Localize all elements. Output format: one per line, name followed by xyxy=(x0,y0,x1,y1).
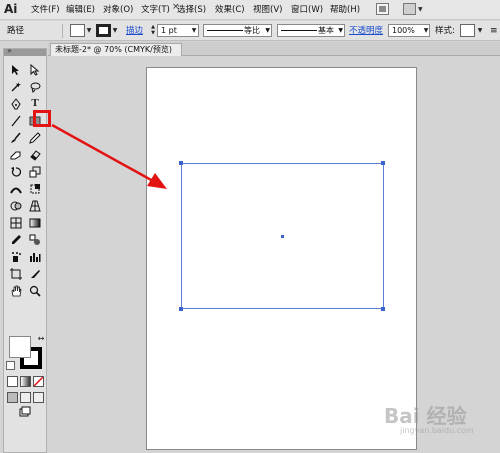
watermark: Bai 经验 jingyan.baidu.com xyxy=(380,400,496,450)
annotation-arrow xyxy=(51,123,167,189)
watermark-text: Bai 经验 xyxy=(384,404,467,428)
watermark-subtext: jingyan.baidu.com xyxy=(400,426,474,435)
